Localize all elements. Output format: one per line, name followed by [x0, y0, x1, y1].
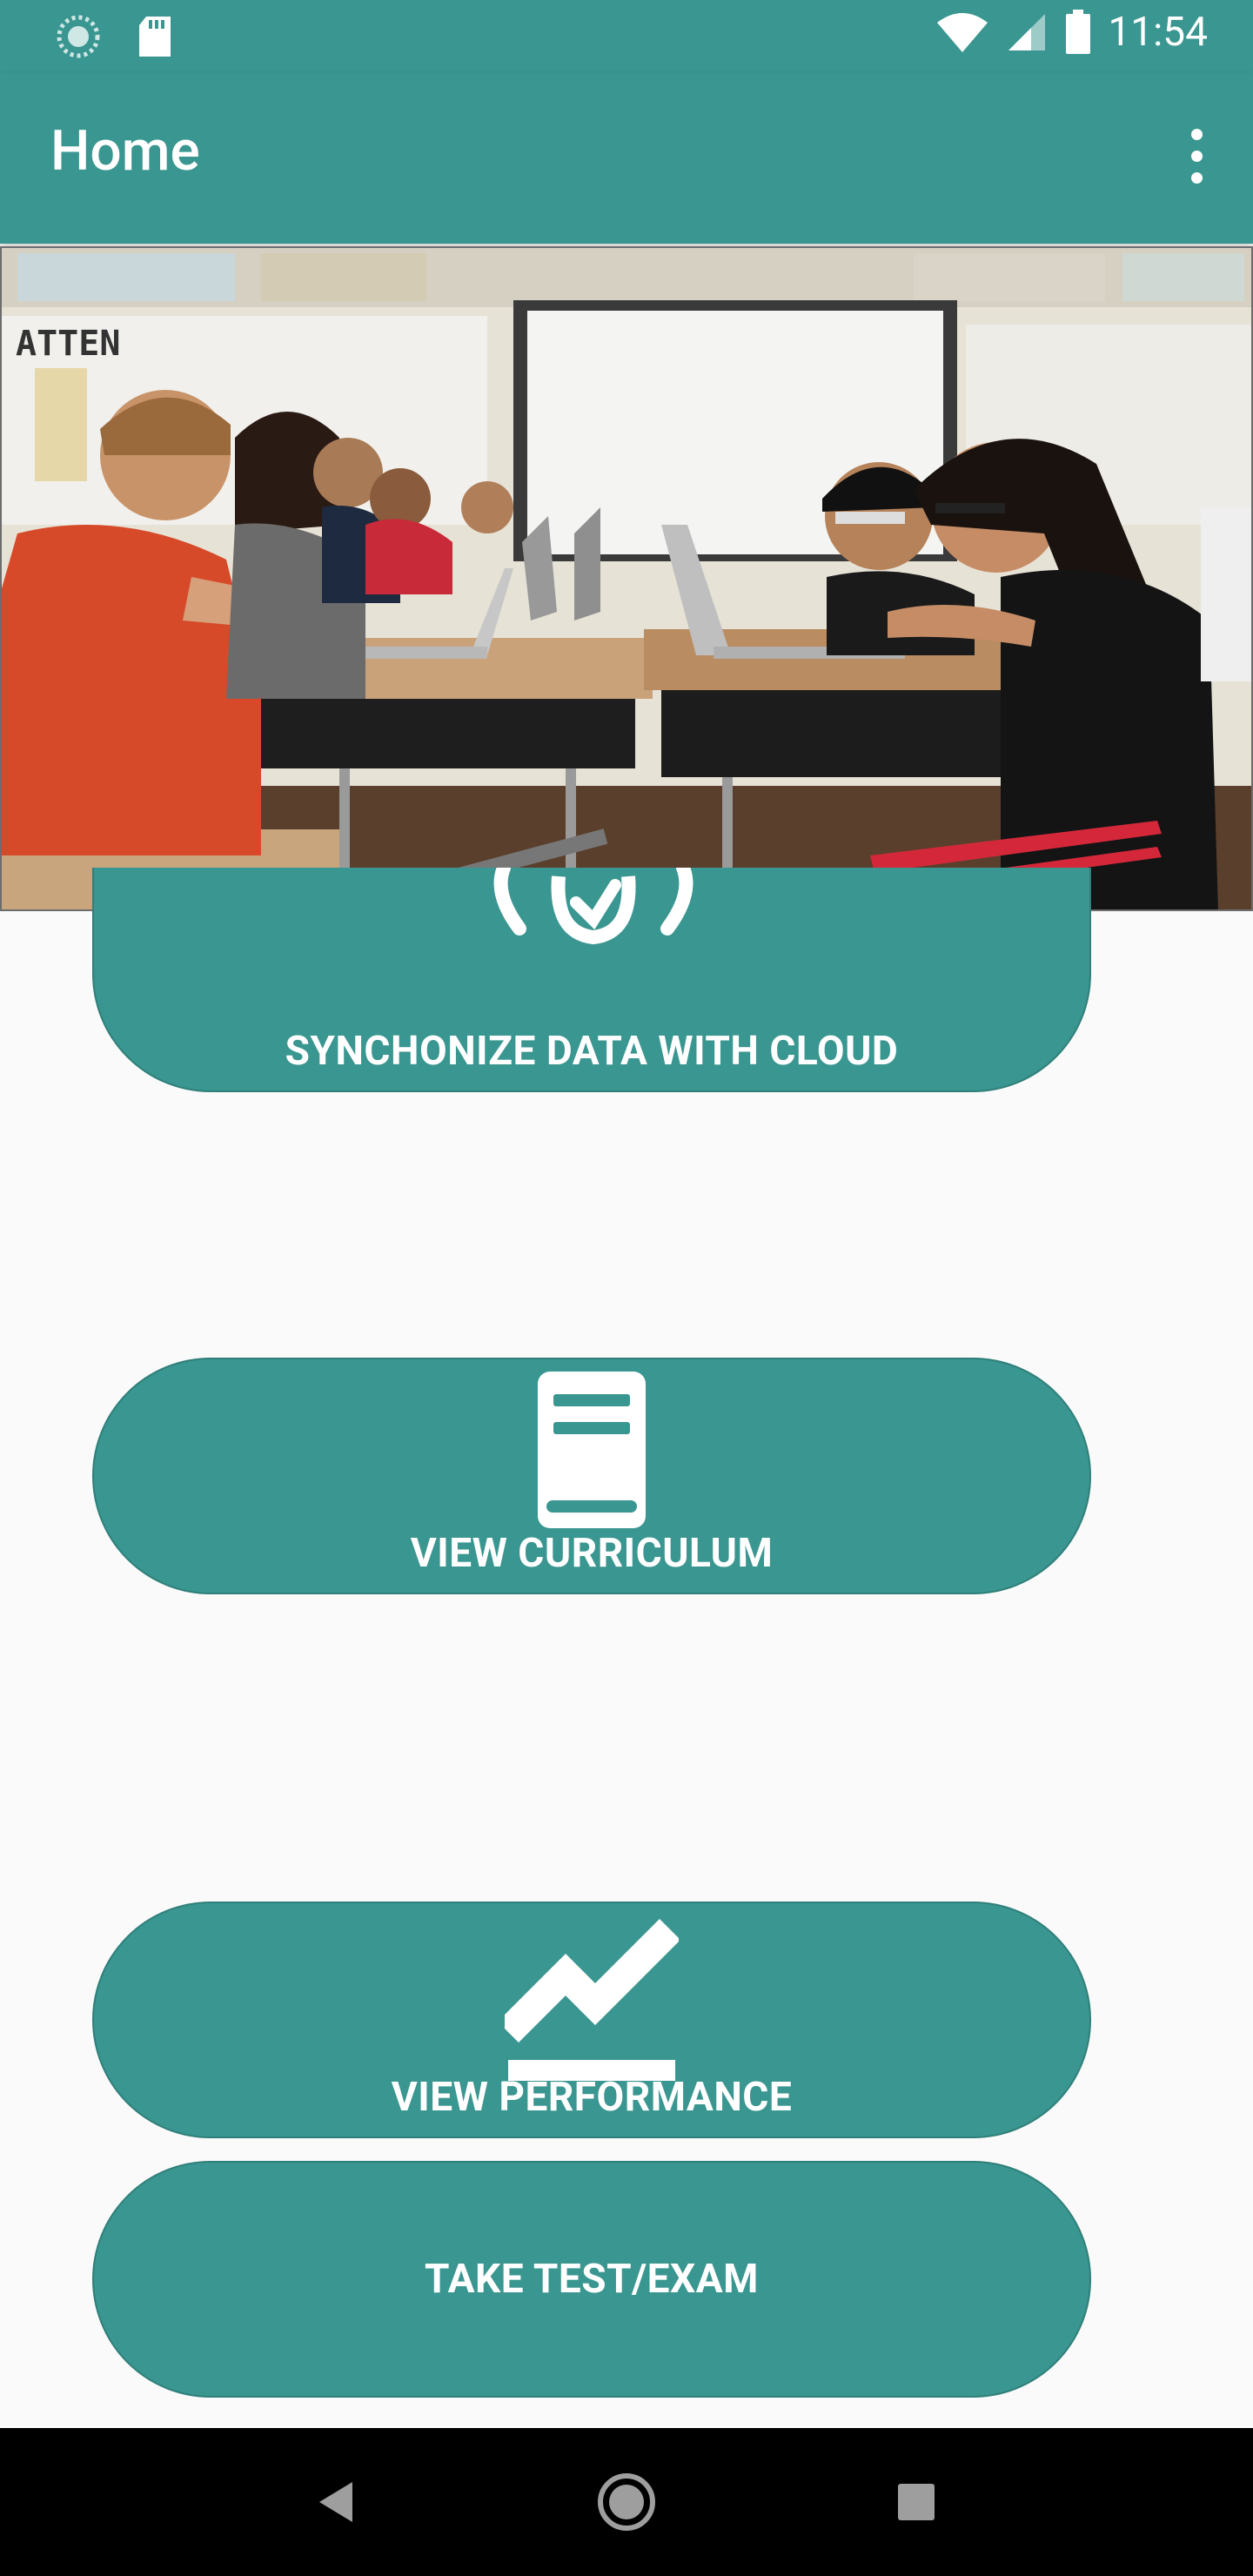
cloud-sync-icon [493, 868, 694, 945]
view-performance-button[interactable]: VIEW PERFORMANCE [92, 1902, 1091, 2138]
view-curriculum-button[interactable]: VIEW CURRICULUM [92, 1358, 1091, 1594]
status-bar: 11:54 [0, 0, 1253, 73]
more-vert-icon[interactable] [1175, 117, 1218, 195]
wifi-icon [937, 13, 988, 52]
cell-signal-icon [1008, 14, 1046, 50]
classroom-students-laptops-photo: ATTEN [0, 246, 1253, 911]
sync-notification-icon [57, 15, 100, 58]
back-icon [318, 2482, 352, 2522]
status-time: 11:54 [1108, 9, 1208, 56]
recents-button[interactable] [864, 2450, 968, 2554]
system-nav-bar [0, 2428, 1253, 2576]
back-button[interactable] [285, 2450, 389, 2554]
sd-card-icon [139, 17, 171, 57]
battery-icon [1066, 10, 1091, 54]
page-title: Home [50, 118, 200, 184]
take-test-button[interactable]: TAKE TEST/EXAM [92, 2161, 1091, 2398]
home-button[interactable] [574, 2450, 679, 2554]
hero-illustration: ATTEN [0, 246, 1253, 911]
recents-icon [898, 2484, 935, 2520]
home-icon [597, 2473, 655, 2531]
app-bar: Home [0, 73, 1253, 244]
sync-data-label: SYNCHONIZE DATA WITH CLOUD [285, 1028, 899, 1075]
take-test-label: TAKE TEST/EXAM [425, 2256, 759, 2303]
sync-data-button[interactable]: SYNCHONIZE DATA WITH CLOUD [92, 868, 1091, 1092]
book-icon [538, 1372, 646, 1528]
trending-up-icon [505, 1919, 679, 2081]
home-actions: SYNCHONIZE DATA WITH CLOUD VIEW CURRICUL… [0, 868, 1253, 2428]
view-curriculum-label: VIEW CURRICULUM [410, 1530, 774, 1577]
svg-text:ATTEN: ATTEN [16, 324, 120, 364]
